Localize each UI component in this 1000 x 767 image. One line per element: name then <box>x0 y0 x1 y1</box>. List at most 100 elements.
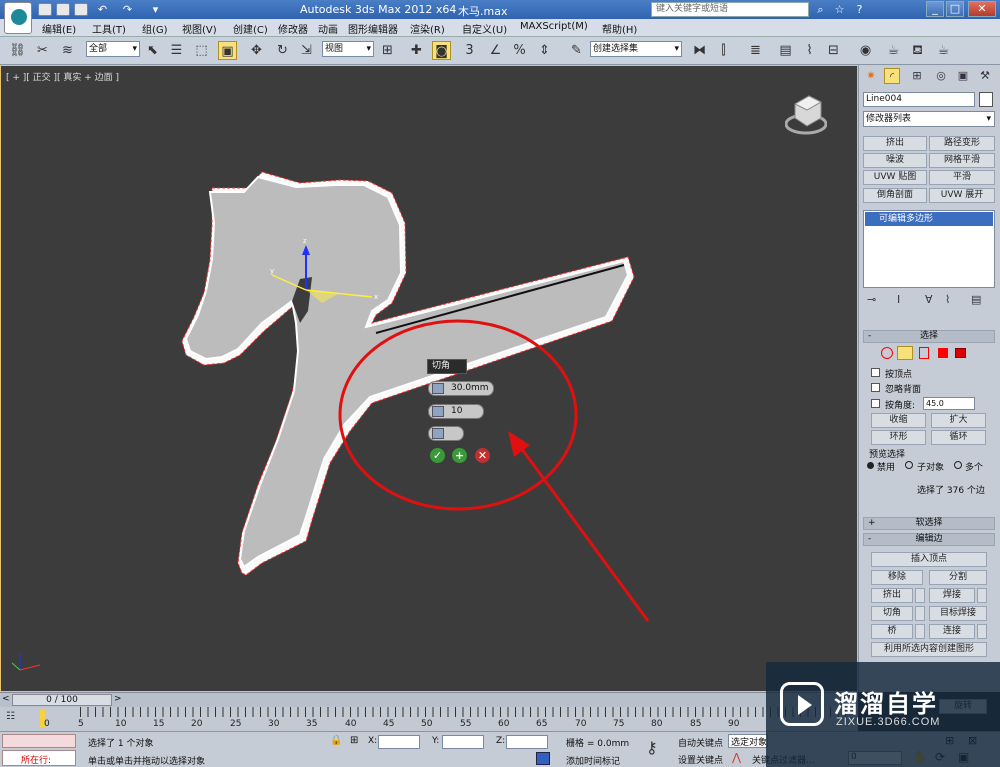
create-tab-icon[interactable]: ✷ <box>863 68 879 84</box>
extrude-button[interactable]: 挤出 <box>871 588 913 603</box>
preview-subobject-radio[interactable] <box>905 461 913 469</box>
track-bar[interactable]: ☷ 0 5 10 15 20 25 30 35 40 45 50 55 60 6… <box>0 707 858 731</box>
utilities-tab-icon[interactable]: ⚒ <box>977 68 993 84</box>
border-mode-icon[interactable] <box>919 347 929 359</box>
remove-modifier-icon[interactable]: ⌇ <box>945 293 950 306</box>
menu-graph-editors[interactable]: 图形编辑器 <box>348 21 398 36</box>
time-slider[interactable]: < 0 / 100 > <box>0 692 858 707</box>
show-end-result-icon[interactable]: Ⅰ <box>897 293 900 306</box>
mod-unwrap-uvw-button[interactable]: UVW 展开 <box>929 188 995 203</box>
star-icon[interactable]: ☆ <box>832 2 847 17</box>
key-filter-icon[interactable]: ⋀ <box>732 751 741 764</box>
ribbon-icon[interactable]: ▤ <box>776 41 795 60</box>
bridge-settings-button[interactable] <box>915 624 925 639</box>
stack-item-editable-poly[interactable]: 可编辑多边形 <box>865 212 993 226</box>
object-color-swatch[interactable] <box>979 92 993 107</box>
frame-counter[interactable]: 0 / 100 <box>12 694 112 706</box>
preview-disabled-radio[interactable] <box>867 462 874 469</box>
slider-next-icon[interactable]: > <box>114 694 122 704</box>
app-logo-icon[interactable] <box>4 2 32 34</box>
z-coord-field[interactable] <box>506 735 548 749</box>
ok-icon[interactable]: ✓ <box>430 448 445 463</box>
align-icon[interactable]: ⫿ <box>714 41 733 60</box>
by-vertex-checkbox[interactable] <box>871 368 880 377</box>
maxscript-listener-mini[interactable] <box>2 734 76 748</box>
keyboard-shortcut-icon[interactable]: ◙ <box>432 41 451 60</box>
select-object-icon[interactable]: ⬉ <box>143 41 162 60</box>
modifier-stack[interactable]: 可编辑多边形 <box>863 210 995 288</box>
modify-tab-icon[interactable]: ◜ <box>884 68 900 84</box>
select-manipulate-icon[interactable]: ✚ <box>407 41 426 60</box>
save-file-icon[interactable] <box>74 3 88 16</box>
spinner-snap-icon[interactable]: ⇕ <box>535 41 554 60</box>
chamfer-amount-field[interactable]: 30.0mm <box>428 381 494 396</box>
chamfer-caddy-title[interactable]: 切角 <box>427 359 467 374</box>
edit-named-sel-icon[interactable]: ✎ <box>567 41 586 60</box>
menu-tools[interactable]: 工具(T) <box>92 21 126 36</box>
x-coord-field[interactable] <box>378 735 420 749</box>
menu-maxscript[interactable]: MAXScript(M) <box>520 21 588 32</box>
edge-mode-icon[interactable] <box>897 346 913 360</box>
rect-selection-icon[interactable]: ⬚ <box>192 41 211 60</box>
selection-rollout-header[interactable]: - 选择 <box>863 330 995 343</box>
connect-button[interactable]: 连接 <box>929 624 975 639</box>
chamfer-settings-button[interactable] <box>915 606 925 621</box>
select-by-name-icon[interactable]: ☰ <box>167 41 186 60</box>
unlink-icon[interactable]: ✂ <box>33 41 52 60</box>
mod-noise-button[interactable]: 噪波 <box>863 153 927 168</box>
named-selection-dropdown[interactable]: 创建选择集 <box>590 41 682 57</box>
cancel-icon[interactable]: ✕ <box>475 448 490 463</box>
remove-button[interactable]: 移除 <box>871 570 923 585</box>
preview-multi-radio[interactable] <box>954 461 962 469</box>
set-key-button[interactable]: 设置关键点 <box>678 753 723 766</box>
polygon-mode-icon[interactable] <box>938 348 948 358</box>
help-icon[interactable]: ? <box>852 2 867 17</box>
render-production-icon[interactable]: ☕ <box>934 41 953 60</box>
undo-icon[interactable]: ↶ <box>95 2 110 17</box>
make-unique-icon[interactable]: ∀ <box>925 293 933 306</box>
by-angle-checkbox[interactable] <box>871 399 880 408</box>
pivot-center-icon[interactable]: ⊞ <box>378 41 397 60</box>
viewcube-icon[interactable] <box>785 88 827 136</box>
selection-filter-dropdown[interactable]: 全部 <box>86 41 140 57</box>
shrink-button[interactable]: 收缩 <box>871 413 926 428</box>
key-icon[interactable]: ⚷ <box>646 738 658 757</box>
edit-edges-rollout-header[interactable]: - 编辑边 <box>863 533 995 546</box>
extrude-settings-button[interactable] <box>915 588 925 603</box>
layer-manager-icon[interactable]: ≣ <box>746 41 765 60</box>
mod-meshsmooth-button[interactable]: 网格平滑 <box>929 153 995 168</box>
mod-path-deform-button[interactable]: 路径变形 <box>929 136 995 151</box>
vertex-mode-icon[interactable] <box>881 347 893 359</box>
chamfer-segments-field[interactable]: 10 <box>428 404 484 419</box>
key-mode-dropdown[interactable]: 选定对象 <box>728 734 768 748</box>
snaps-toggle-icon[interactable]: 3 <box>460 41 479 60</box>
grow-button[interactable]: 扩大 <box>931 413 986 428</box>
create-shape-button[interactable]: 利用所选内容创建图形 <box>871 642 987 657</box>
redo-icon[interactable]: ↷ <box>120 2 135 17</box>
absolute-mode-icon[interactable]: ⊞ <box>350 735 358 746</box>
mirror-icon[interactable]: ⧓ <box>690 41 709 60</box>
configure-sets-icon[interactable]: ▤ <box>971 293 981 306</box>
menu-customize[interactable]: 自定义(U) <box>462 21 507 36</box>
display-tab-icon[interactable]: ▣ <box>955 68 971 84</box>
rendered-frame-icon[interactable]: ⛾ <box>908 41 927 60</box>
hierarchy-tab-icon[interactable]: ⊞ <box>909 68 925 84</box>
search-input[interactable]: 键入关键字或短语 <box>651 2 809 17</box>
menu-animation[interactable]: 动画 <box>318 21 338 36</box>
bind-spacewarp-icon[interactable]: ≋ <box>58 41 77 60</box>
maximize-button[interactable]: □ <box>946 1 964 17</box>
motion-tab-icon[interactable]: ◎ <box>933 68 949 84</box>
menu-create[interactable]: 创建(C) <box>233 21 268 36</box>
percent-snap-icon[interactable]: % <box>510 41 529 60</box>
render-setup-icon[interactable]: ☕ <box>884 41 903 60</box>
object-name-field[interactable]: Line004 <box>863 92 975 107</box>
schematic-view-icon[interactable]: ⊟ <box>824 41 843 60</box>
binoculars-icon[interactable]: ⌕ <box>813 2 828 17</box>
material-editor-icon[interactable]: ◉ <box>856 41 875 60</box>
weld-button[interactable]: 焊接 <box>929 588 975 603</box>
ring-button[interactable]: 环形 <box>871 430 926 445</box>
target-weld-button[interactable]: 目标焊接 <box>929 606 987 621</box>
window-crossing-icon[interactable]: ▣ <box>218 41 237 60</box>
insert-vertex-button[interactable]: 插入顶点 <box>871 552 987 567</box>
soft-selection-rollout-header[interactable]: + 软选择 <box>863 517 995 530</box>
